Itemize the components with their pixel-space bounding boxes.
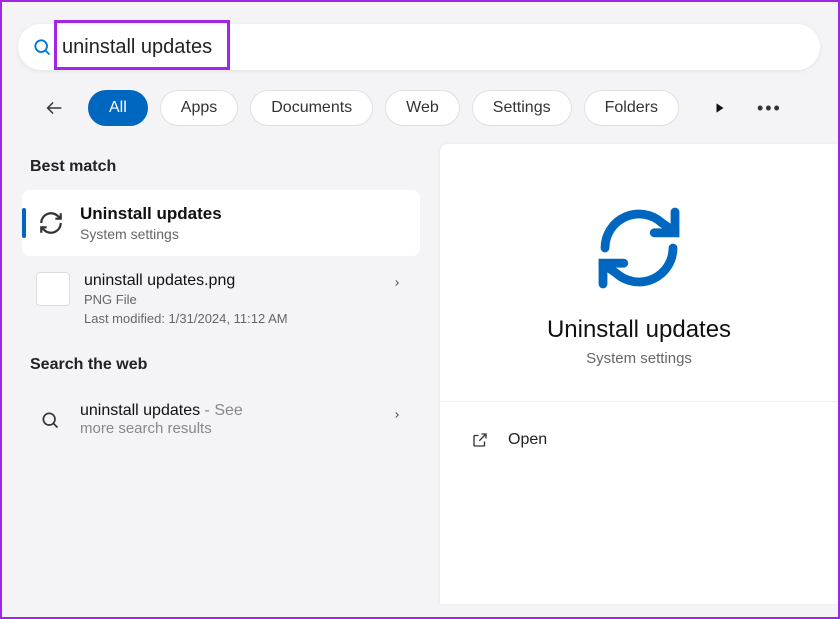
result-file-png[interactable]: uninstall updates.png PNG File Last modi…: [22, 256, 420, 342]
back-arrow[interactable]: [40, 94, 68, 122]
open-label: Open: [508, 431, 547, 449]
result-web-search[interactable]: uninstall updates - See more search resu…: [22, 388, 420, 451]
scroll-filters-right[interactable]: [709, 97, 731, 119]
open-external-icon: [470, 430, 490, 450]
filter-all[interactable]: All: [88, 90, 148, 126]
filter-apps[interactable]: Apps: [160, 90, 238, 126]
sync-icon: [36, 208, 66, 238]
search-icon: [32, 37, 52, 57]
filter-row: All Apps Documents Web Settings Folders …: [2, 82, 838, 144]
file-modified: Last modified: 1/31/2024, 11:12 AM: [84, 311, 408, 326]
detail-panel: Uninstall updates System settings Open: [440, 144, 838, 604]
filter-web[interactable]: Web: [385, 90, 460, 126]
chevron-right-icon: [392, 408, 402, 425]
result-title: Uninstall updates: [80, 204, 222, 224]
search-icon: [36, 406, 64, 434]
divider: [440, 401, 838, 402]
result-subtitle: System settings: [80, 226, 222, 242]
web-result-text: uninstall updates - See: [80, 402, 243, 420]
search-input[interactable]: [62, 36, 806, 59]
file-thumbnail: [36, 272, 70, 306]
detail-subtitle: System settings: [470, 350, 808, 367]
file-type: PNG File: [84, 292, 408, 307]
result-uninstall-updates[interactable]: Uninstall updates System settings: [22, 190, 420, 256]
sync-icon-large: [589, 198, 689, 298]
search-bar[interactable]: [18, 24, 820, 70]
filter-settings[interactable]: Settings: [472, 90, 572, 126]
main-area: Best match Uninstall updates System sett…: [2, 144, 838, 604]
filter-documents[interactable]: Documents: [250, 90, 373, 126]
filter-folders[interactable]: Folders: [584, 90, 679, 126]
detail-title: Uninstall updates: [470, 316, 808, 344]
best-match-header: Best match: [22, 144, 420, 190]
more-options[interactable]: •••: [757, 98, 782, 119]
web-result-sub: more search results: [80, 420, 243, 437]
search-web-header: Search the web: [22, 342, 420, 388]
file-name: uninstall updates.png: [84, 272, 408, 290]
results-column: Best match Uninstall updates System sett…: [22, 144, 420, 604]
chevron-right-icon: [392, 276, 402, 293]
open-button[interactable]: Open: [470, 424, 808, 456]
